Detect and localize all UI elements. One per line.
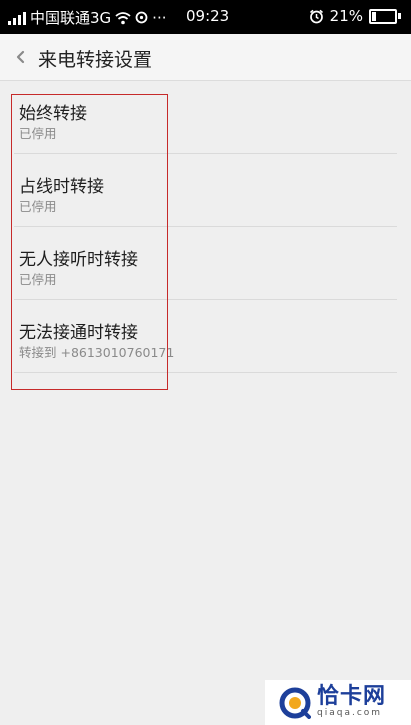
sync-icon [135,11,148,24]
signal-icon [8,11,26,25]
clock: 09:23 [186,7,230,25]
chevron-left-icon[interactable] [12,46,30,68]
watermark-title: 恰卡网 [317,684,387,709]
alarm-icon [309,9,323,23]
wifi-icon [115,11,131,24]
battery-percent: 21% [329,7,363,25]
page-title: 来电转接设置 [38,49,153,71]
battery-icon [369,8,401,24]
logo-icon [279,687,311,719]
status-right: 21% [309,7,401,25]
status-left: 中国联通3G ··· [8,7,166,28]
site-watermark: 恰卡网 qiaqa.com [265,680,411,725]
watermark-url: qiaqa.com [317,708,383,718]
carrier-label: 中国联通3G [30,9,112,27]
highlight-annotation-box [11,94,168,390]
status-bar: 中国联通3G ··· 09:23 21% [0,0,411,34]
more-indicator: ··· [152,8,167,27]
title-bar: 来电转接设置 [0,34,411,81]
